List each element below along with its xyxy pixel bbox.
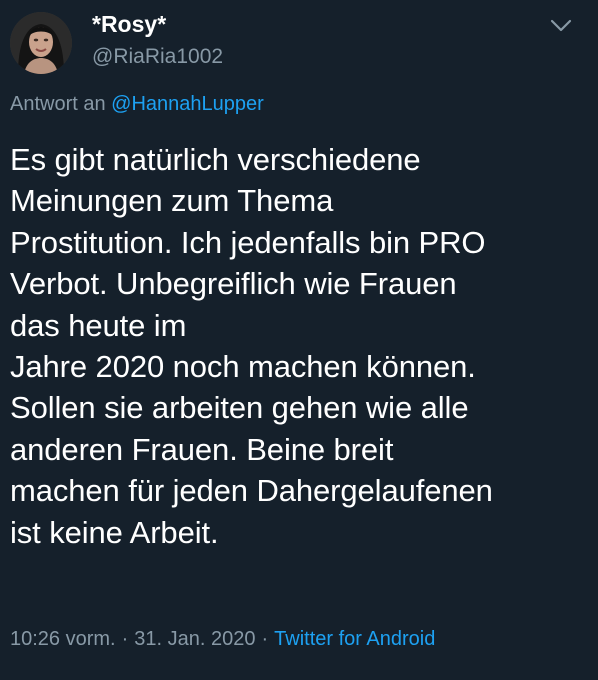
tweet-text-line: anderen Frauen. Beine breit xyxy=(10,431,394,467)
chevron-down-icon[interactable] xyxy=(549,17,573,35)
tweet-card: *Rosy* @RiaRia1002 Antwort an @HannahLup… xyxy=(0,0,598,680)
tweet-meta: 10:26 vorm. · 31. Jan. 2020 · Twitter for An… xyxy=(10,628,435,651)
meta-separator: · xyxy=(261,628,269,650)
tweet-date[interactable]: 31. Jan. 2020 xyxy=(134,628,255,650)
tweet-text-line: Jahre 2020 noch machen können. xyxy=(10,349,476,385)
tweet-time[interactable]: 10:26 vorm. xyxy=(10,628,116,650)
tweet-text-line: das heute im xyxy=(10,307,187,343)
tweet-source-link[interactable]: Twitter for Android xyxy=(274,628,435,650)
tweet-text-line: ist keine Arbeit. xyxy=(10,514,219,550)
avatar[interactable] xyxy=(10,12,72,74)
display-name[interactable]: *Rosy* xyxy=(92,11,166,38)
tweet-text-line: Prostitution. Ich jedenfalls bin PRO xyxy=(10,224,486,260)
tweet-text-line: Verbot. Unbegreiflich wie Frauen xyxy=(10,266,457,302)
reply-context: Antwort an @HannahLupper xyxy=(10,93,264,116)
tweet-text-line: Es gibt natürlich verschiedene xyxy=(10,142,421,177)
reply-prefix: Antwort an xyxy=(10,93,106,115)
tweet-text-line: Meinungen zum Thema xyxy=(10,183,334,219)
tweet-text: Es gibt natürlich verschiedene Meinungen… xyxy=(10,139,590,553)
tweet-text-line: Sollen sie arbeiten gehen wie alle xyxy=(10,390,469,426)
reply-mention-link[interactable]: @HannahLupper xyxy=(111,93,264,115)
tweet-text-line: machen für jeden Dahergelaufenen xyxy=(10,473,493,509)
meta-separator: · xyxy=(121,628,129,650)
user-handle[interactable]: @RiaRia1002 xyxy=(92,45,223,69)
